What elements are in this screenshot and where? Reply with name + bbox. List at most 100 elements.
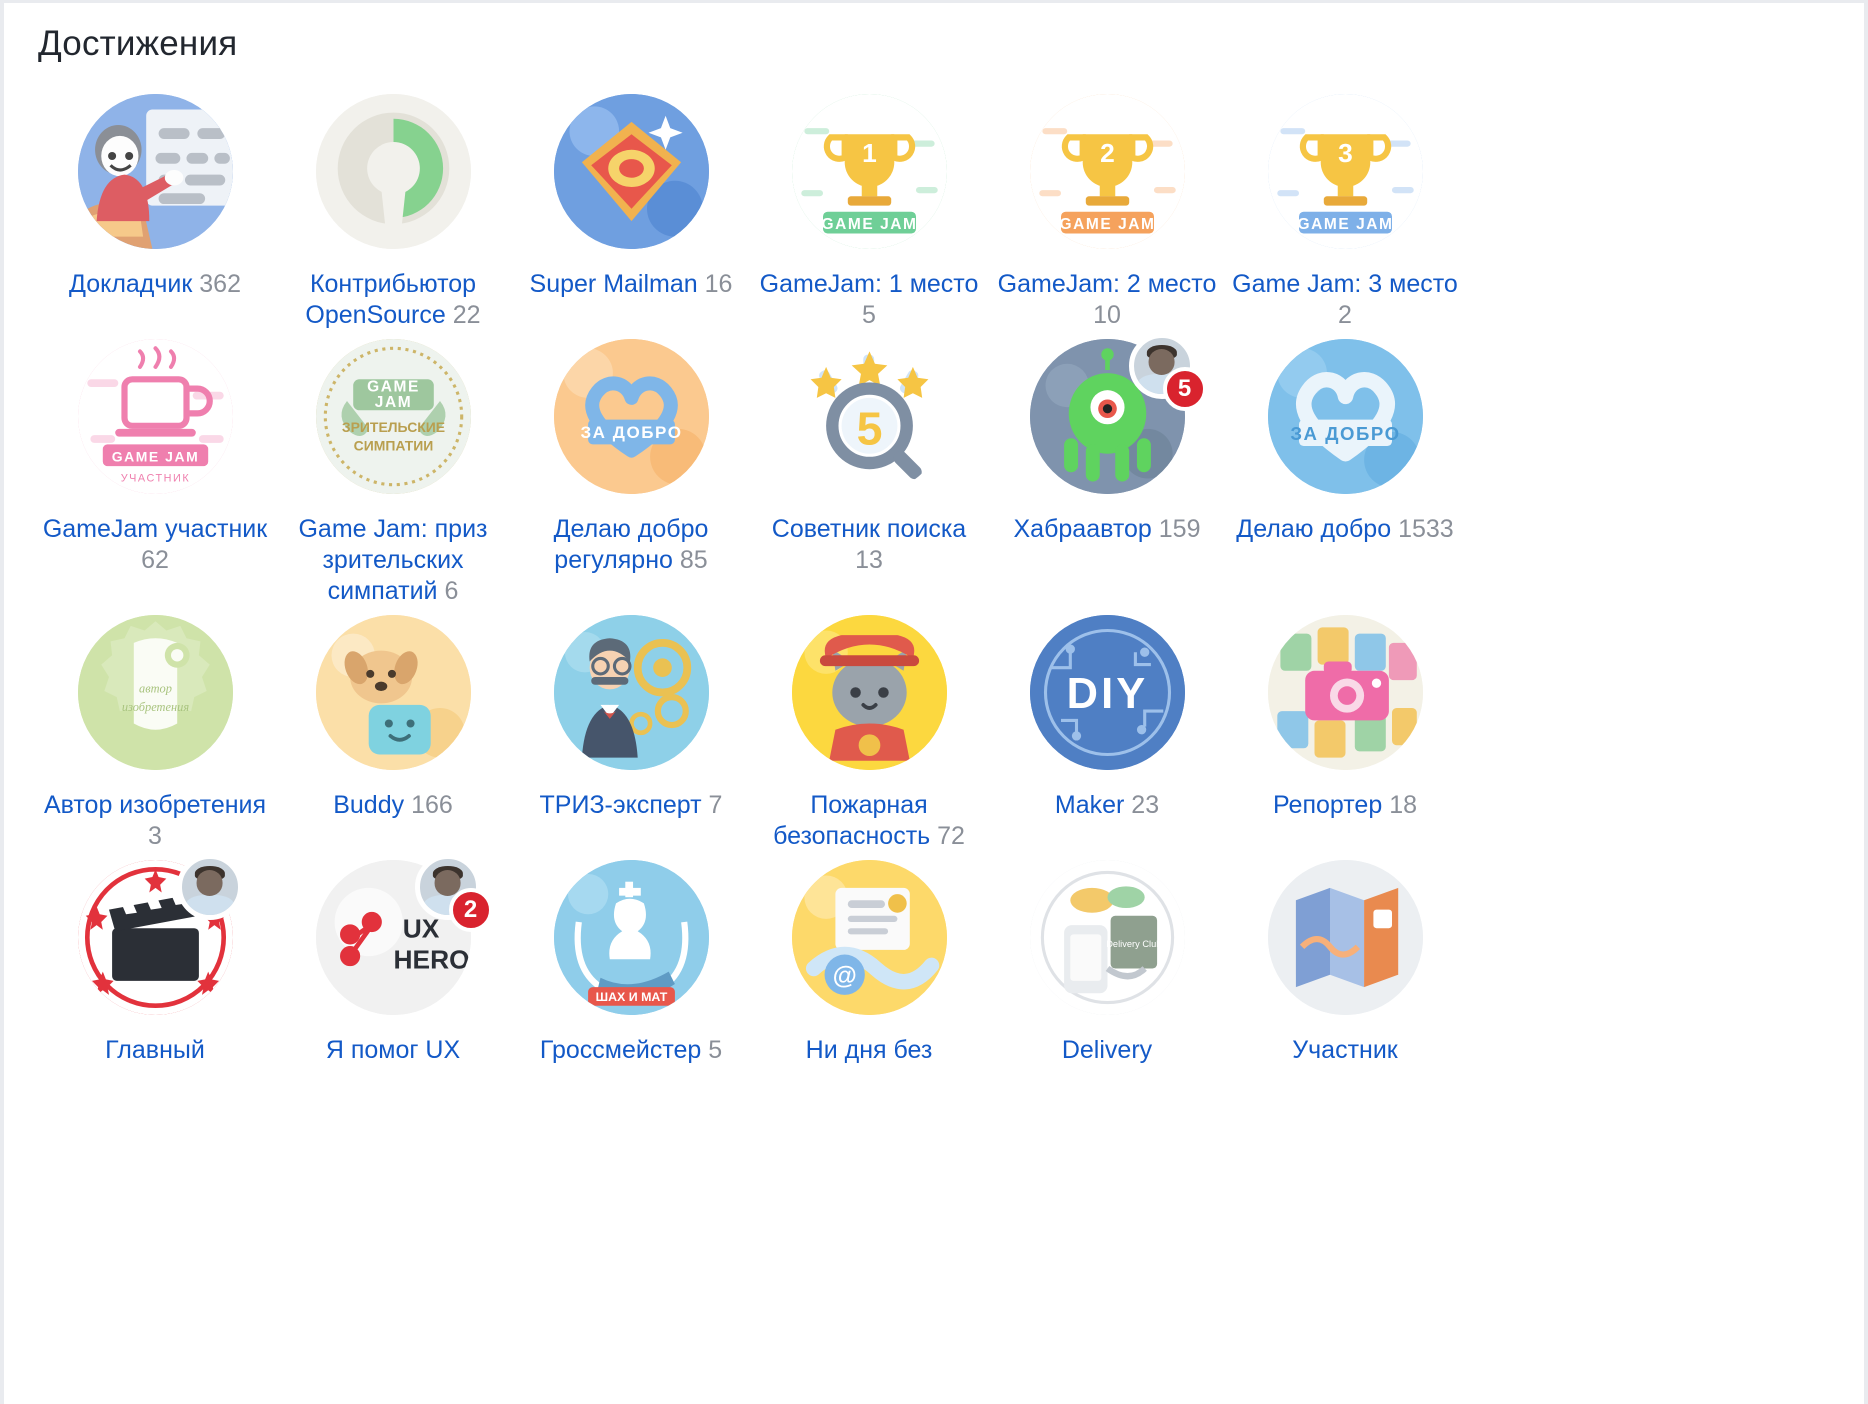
achievement-label[interactable]: Докладчик	[69, 270, 192, 298]
achievement-badge[interactable]: @	[791, 860, 947, 1015]
trophy-bronze-icon: 3 GAME JAM	[1267, 94, 1423, 249]
achievement-caption: Автор изобретения 3	[42, 790, 268, 852]
achievement-count: 6	[444, 577, 459, 605]
achievement-badge[interactable]	[77, 94, 233, 249]
achievement-label[interactable]: Хабраавтор	[1014, 515, 1152, 543]
achievement-item[interactable]: @ Ни дня без	[750, 852, 988, 1066]
achievement-badge[interactable]: GAME JAM УЧАСТНИК	[77, 339, 233, 494]
achievement-badge[interactable]: 3 GAME JAM	[1267, 94, 1423, 249]
window-left-border	[0, 0, 4, 1404]
achievement-item[interactable]: 5 Хабраавтор 159	[988, 331, 1226, 607]
achievement-caption: GameJam: 2 место 10	[994, 269, 1220, 331]
achievement-caption: Гроссмейстер 5	[540, 1035, 722, 1066]
achievement-caption: Delivery	[1062, 1035, 1152, 1066]
achievement-item[interactable]: 1 GAME JAM GameJam: 1 место 5	[750, 86, 988, 331]
achievement-item[interactable]: ТРИЗ-эксперт 7	[512, 607, 750, 852]
achievement-label[interactable]: Game Jam: приз зрительских симпатий	[298, 515, 487, 605]
achievement-label[interactable]: Buddy	[333, 791, 404, 819]
achievement-item[interactable]: автор изобретения Автор изобретения 3	[36, 607, 274, 852]
achievement-caption: Контрибьютор OpenSource 22	[280, 269, 506, 331]
achievement-label[interactable]: Пожарная безопасность	[773, 791, 930, 850]
svg-text:автор: автор	[139, 682, 172, 696]
achievement-label[interactable]: GameJam: 1 место	[760, 270, 979, 298]
achievement-badge[interactable]: DIY	[1029, 615, 1185, 770]
achievement-label[interactable]: Автор изобретения	[44, 791, 266, 819]
achievement-badge[interactable]: UX HERO 2	[315, 854, 493, 1015]
achievement-item[interactable]: Super Mailman 16	[512, 86, 750, 331]
achievement-label[interactable]: Delivery	[1062, 1036, 1152, 1064]
achievement-item[interactable]: Докладчик 362	[36, 86, 274, 331]
achievement-label[interactable]: Гроссмейстер	[540, 1036, 701, 1064]
achievement-badge[interactable]	[315, 615, 471, 770]
achievement-label[interactable]: Главный	[105, 1036, 205, 1064]
window-right-border	[1864, 0, 1868, 1404]
achievement-item[interactable]: ЗА ДОБРО Делаю добро регулярно 85	[512, 331, 750, 607]
achievement-label[interactable]: GameJam: 2 место	[998, 270, 1217, 298]
achievement-badge[interactable]: 2 GAME JAM	[1029, 94, 1185, 249]
svg-text:GAME: GAME	[367, 379, 420, 396]
achievement-item[interactable]: ШАХ И МАТ Гроссмейстер 5	[512, 852, 750, 1066]
achievement-badge[interactable]: автор изобретения	[77, 615, 233, 770]
achievement-caption: Делаю добро регулярно 85	[518, 514, 744, 576]
achievement-item[interactable]: Участник	[1226, 852, 1464, 1066]
achievement-item[interactable]: Контрибьютор OpenSource 22	[274, 86, 512, 331]
achievement-caption: Советник поиска 13	[756, 514, 982, 576]
achievement-item[interactable]: ЗА ДОБРО Делаю добро 1533	[1226, 331, 1464, 607]
notification-count-badge: 2	[448, 888, 493, 932]
achievement-item[interactable]: GAME JAM ЗРИТЕЛЬСКИЕ СИМПАТИИ Game Jam: …	[274, 331, 512, 607]
achievement-label[interactable]: Участник	[1292, 1036, 1397, 1064]
achievement-label[interactable]: GameJam участник	[43, 515, 267, 543]
achievement-label[interactable]: Ни дня без	[806, 1036, 933, 1064]
achievement-badge[interactable]: ШАХ И МАТ	[553, 860, 709, 1015]
achievement-item[interactable]: 2 GAME JAM GameJam: 2 место 10	[988, 86, 1226, 331]
achievement-item[interactable]: 5 Советник поиска 13	[750, 331, 988, 607]
achievement-badge[interactable]: 1 GAME JAM	[791, 94, 947, 249]
achievement-count: 10	[1093, 301, 1121, 329]
heart-blue-icon: ЗА ДОБРО	[1267, 339, 1423, 494]
achievement-badge[interactable]: 5	[1029, 333, 1207, 494]
folded-map-icon	[1267, 860, 1423, 1015]
achievement-count: 7	[708, 791, 723, 819]
achievement-badge[interactable]	[1267, 615, 1423, 770]
achievement-item[interactable]: 3 GAME JAM Game Jam: 3 место 2	[1226, 86, 1464, 331]
achievement-item[interactable]: Главный	[36, 852, 274, 1066]
achievement-label[interactable]: Maker	[1055, 791, 1124, 819]
achievement-badge[interactable]: ЗА ДОБРО	[553, 339, 709, 494]
achievement-badge[interactable]: ЗА ДОБРО	[1267, 339, 1423, 494]
notification-count-badge: 5	[1162, 367, 1207, 411]
achievement-label[interactable]: Game Jam: 3 место	[1232, 270, 1458, 298]
window-top-border	[0, 0, 1868, 3]
achievement-badge[interactable]	[791, 615, 947, 770]
achievement-label[interactable]: Советник поиска	[772, 515, 966, 543]
achievement-badge[interactable]	[77, 854, 243, 1015]
achievement-label[interactable]: Контрибьютор OpenSource	[305, 270, 476, 329]
achievement-item[interactable]: Репортер 18	[1226, 607, 1464, 852]
user-avatar[interactable]	[176, 854, 243, 920]
achievement-badge[interactable]: 5	[791, 339, 947, 494]
achievement-badge[interactable]: Delivery Club	[1029, 860, 1185, 1015]
svg-text:изобретения: изобретения	[121, 700, 188, 714]
achievement-badge[interactable]	[553, 94, 709, 249]
achievement-label[interactable]: Репортер	[1273, 791, 1382, 819]
achievement-item[interactable]: UX HERO 2 Я помог UX	[274, 852, 512, 1066]
achievement-item[interactable]: GAME JAM УЧАСТНИК GameJam участник 62	[36, 331, 274, 607]
achievement-label[interactable]: Я помог UX	[326, 1036, 460, 1064]
achievement-badge[interactable]	[315, 94, 471, 249]
inventor-gears-icon	[553, 615, 709, 770]
svg-text:ЗА ДОБРО: ЗА ДОБРО	[1290, 423, 1400, 444]
achievement-label[interactable]: ТРИЗ-эксперт	[540, 791, 702, 819]
achievement-item[interactable]: Delivery Club Delivery	[988, 852, 1226, 1066]
achievement-count: 13	[855, 546, 883, 574]
achievement-badge[interactable]	[553, 615, 709, 770]
achievement-label[interactable]: Делаю добро	[1236, 515, 1391, 543]
achievement-item[interactable]: Buddy 166	[274, 607, 512, 852]
achievement-item[interactable]: DIY Maker 23	[988, 607, 1226, 852]
achievement-badge[interactable]: GAME JAM ЗРИТЕЛЬСКИЕ СИМПАТИИ	[315, 339, 471, 494]
svg-text:GAME JAM: GAME JAM	[1297, 216, 1393, 233]
achievement-label[interactable]: Super Mailman	[530, 270, 698, 298]
achievement-caption: Ни дня без	[806, 1035, 933, 1066]
achievement-item[interactable]: Пожарная безопасность 72	[750, 607, 988, 852]
coffee-cup-icon: GAME JAM УЧАСТНИК	[77, 339, 233, 494]
achievement-caption: Super Mailman 16	[530, 269, 733, 300]
achievement-badge[interactable]	[1267, 860, 1423, 1015]
